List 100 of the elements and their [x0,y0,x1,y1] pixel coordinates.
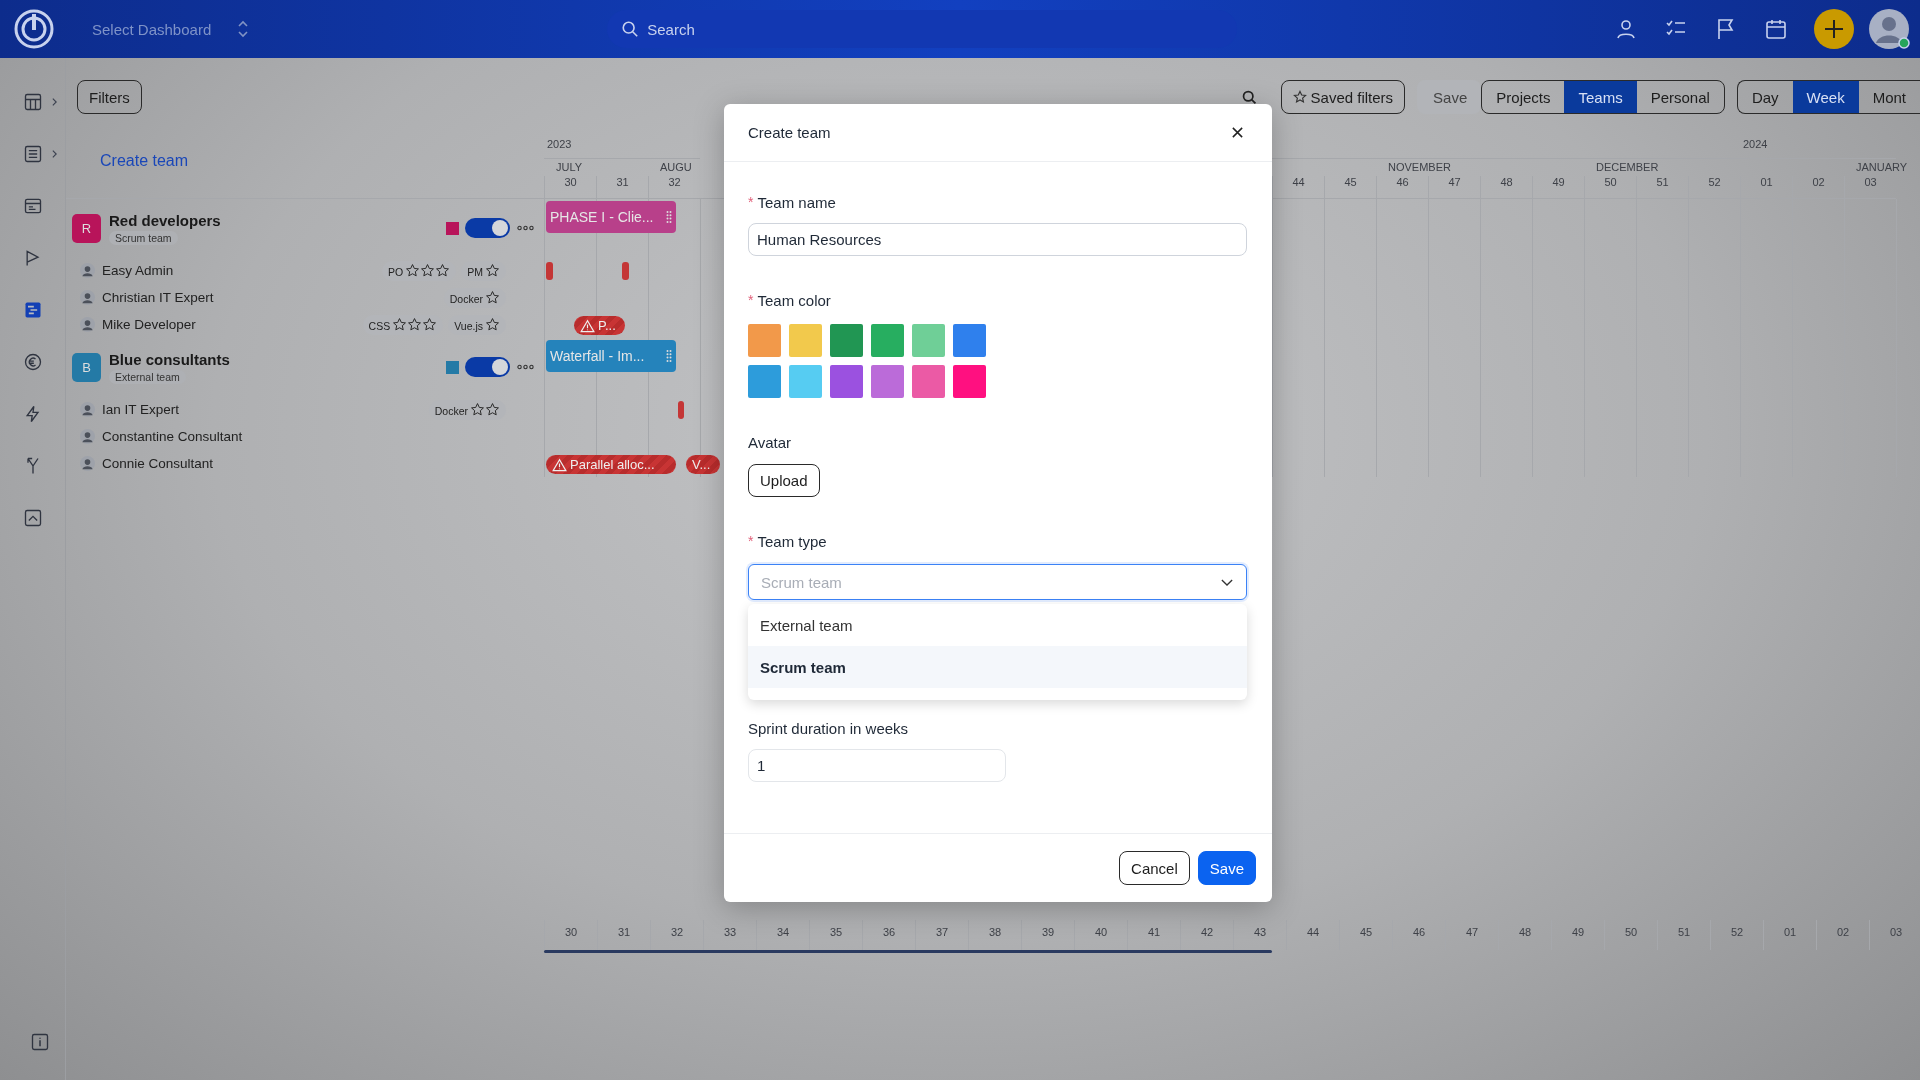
team-type-badge: External team [109,369,186,384]
color-swatch[interactable] [830,365,863,398]
upload-button[interactable]: Upload [748,464,820,497]
drag-handle-icon [666,210,672,224]
allocation-marker [622,262,629,280]
week-label: 44 [1292,176,1305,188]
week-label: 52 [1708,176,1721,188]
task-bar[interactable]: PHASE I - Clie... [546,201,676,233]
drag-handle-icon [666,349,672,363]
skill-label: Docker [449,292,483,305]
week-label: 01 [1760,176,1773,188]
week-label: 03 [1864,176,1877,188]
view-tab[interactable]: Personal [1636,81,1724,113]
week-label: 51 [1677,926,1691,938]
scrollbar-thumb[interactable] [544,950,1272,953]
dashboard-icon[interactable] [22,92,43,112]
color-swatch[interactable] [953,365,986,398]
warning-pill[interactable]: V... [686,455,720,474]
member-name: Connie Consultant [102,456,214,471]
dropdown-option[interactable]: Scrum team [748,646,1247,688]
week-label: 48 [1500,176,1513,188]
color-swatch[interactable] [871,365,904,398]
view-tab[interactable]: Teams [1564,81,1637,113]
week-label: 43 [1253,926,1267,938]
color-swatch[interactable] [871,324,904,357]
warning-pill[interactable]: P... [574,316,625,335]
save-button[interactable]: Save [1197,851,1256,885]
week-label: 02 [1836,926,1850,938]
chevron-down-icon [1221,579,1233,586]
star-icon [1292,90,1307,104]
toggle-switch[interactable] [465,357,510,377]
user-avatar [80,402,95,417]
user-avatar[interactable] [1868,8,1910,50]
week-label: 34 [776,926,790,938]
chevron-right-icon [50,149,58,159]
week-label: 42 [1200,926,1214,938]
more-icon[interactable] [517,364,534,370]
month-label: DECEMBER [1596,161,1659,173]
close-icon[interactable] [1231,126,1244,139]
chart-icon[interactable] [22,508,43,528]
field-label: Avatar [748,433,792,451]
warning-icon [552,457,567,472]
search-field[interactable]: Search [607,10,1238,48]
filters-button[interactable]: Filters [77,80,142,114]
week-label: 38 [988,926,1002,938]
view-tab[interactable]: Projects [1482,81,1565,113]
year-label: 2024 [1743,138,1768,150]
week-label: 47 [1465,926,1479,938]
color-swatch[interactable] [789,365,822,398]
warning-pill[interactable]: Parallel alloc... [546,455,676,474]
scale-tab[interactable]: Mont [1858,81,1920,113]
required-asterisk: * [748,194,754,210]
field-label: Team name [757,193,836,211]
scale-tab[interactable]: Week [1792,81,1859,113]
week-label: 46 [1412,926,1426,938]
month-label: JANUARY [1856,161,1908,173]
allocation-marker [546,262,553,280]
add-icon[interactable] [1814,9,1854,49]
user-avatar [80,456,95,471]
skill-label: CSS [368,319,391,332]
color-swatch[interactable] [748,365,781,398]
color-swatch[interactable] [912,324,945,357]
skill-label: Docker [434,404,468,417]
info-icon[interactable] [29,1032,50,1052]
logo-icon[interactable] [14,9,54,49]
color-swatch[interactable] [953,324,986,357]
week-label: 31 [616,176,629,188]
calendar-icon[interactable] [1764,17,1788,41]
week-label: 47 [1448,176,1461,188]
color-swatch[interactable] [830,324,863,357]
week-label: 45 [1359,926,1373,938]
dashboard-selector[interactable]: Select Dashboard [92,19,250,39]
week-label: 30 [564,176,577,188]
card-icon[interactable] [22,196,43,216]
skill-label: PO [388,265,404,278]
save-filter-button[interactable]: Save [1417,80,1482,114]
list-icon[interactable] [22,144,43,164]
week-label: 48 [1518,926,1532,938]
up-down-caret-icon [237,19,250,39]
search-icon[interactable] [1240,88,1258,106]
team-name-field[interactable]: Human Resources [748,223,1247,256]
cancel-button[interactable]: Cancel [1119,851,1190,885]
toggle-switch[interactable] [465,218,510,238]
color-swatch[interactable] [789,324,822,357]
color-swatch[interactable] [912,365,945,398]
user-icon[interactable] [1614,17,1638,41]
scale-tab[interactable]: Day [1737,81,1793,113]
dropdown-option[interactable]: External team [748,604,1247,646]
week-label: 35 [829,926,843,938]
team-avatar: R [72,213,101,243]
week-label: 01 [1783,926,1797,938]
euro-icon[interactable] [22,352,43,372]
chevron-right-icon [50,97,58,107]
saved-filters-button[interactable]: Saved filters [1280,80,1406,114]
week-label: 49 [1571,926,1585,938]
sprint-duration-field[interactable]: 1 [748,749,1006,782]
more-icon[interactable] [517,225,534,231]
color-swatch[interactable] [748,324,781,357]
team-type-select[interactable]: Scrum team [748,564,1247,600]
week-label: 41 [1147,926,1161,938]
